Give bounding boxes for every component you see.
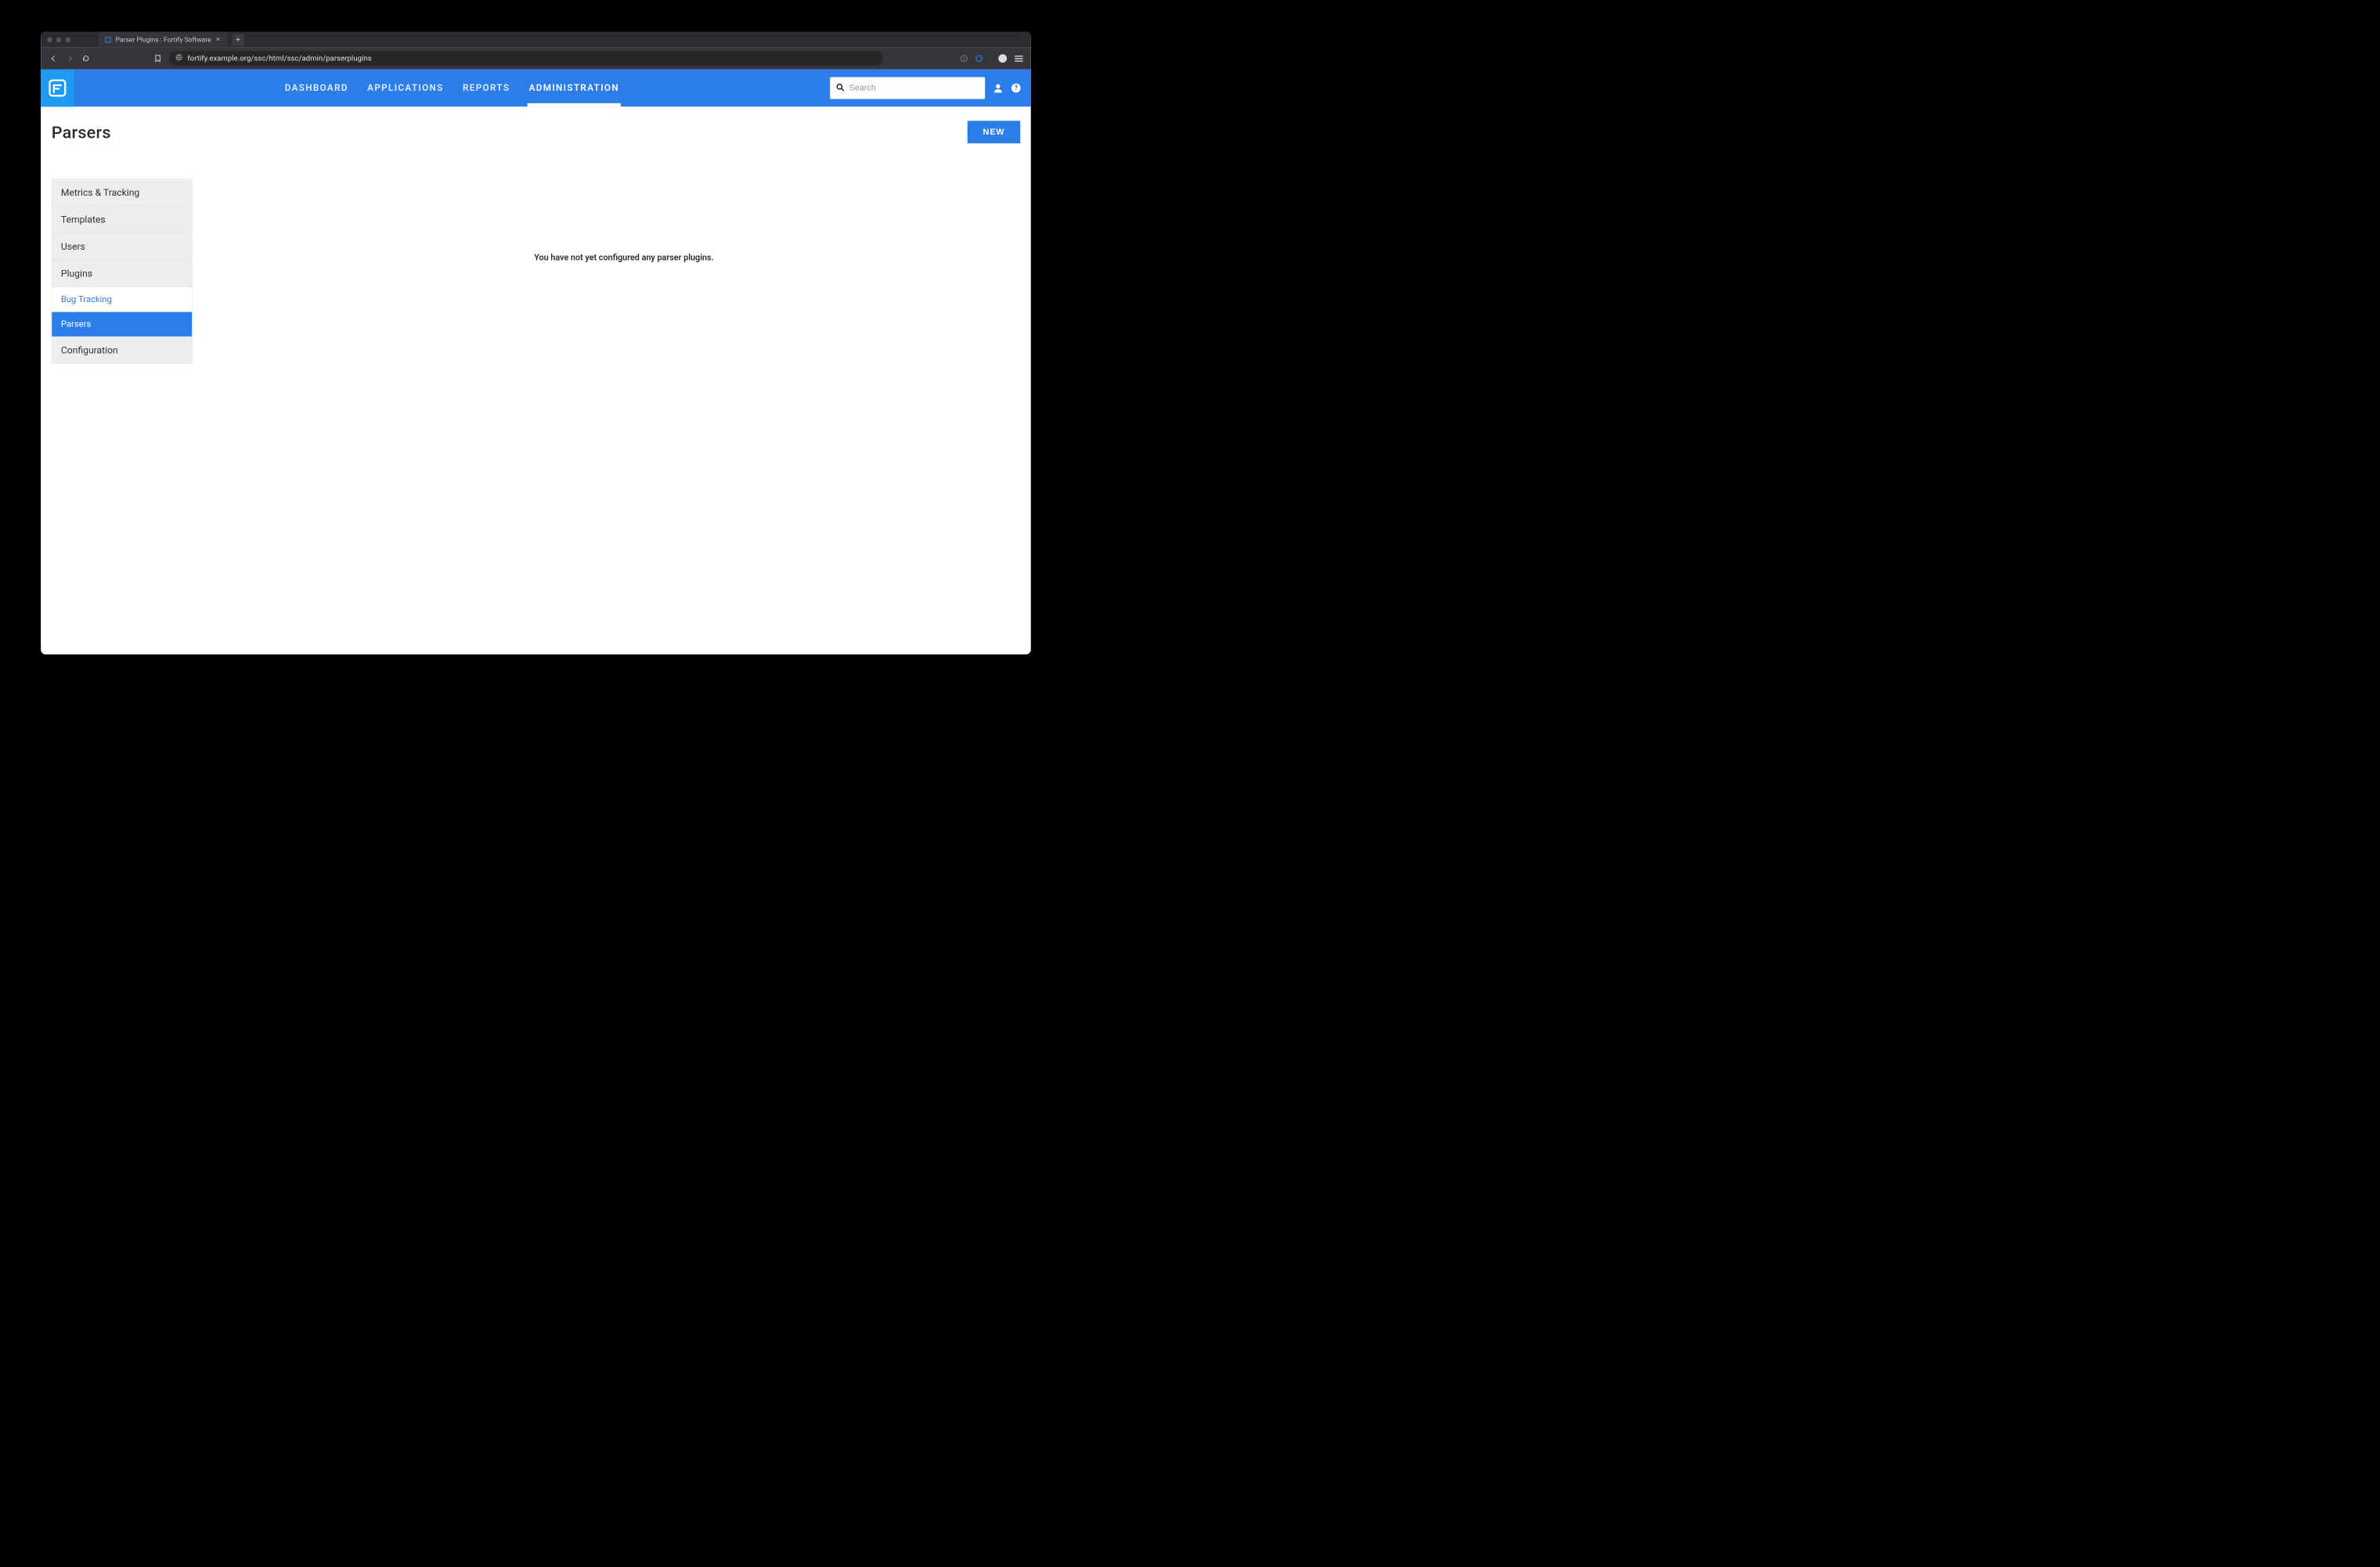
tab-favicon-icon [105,37,111,43]
window-close-icon[interactable] [47,37,52,41]
search-icon [835,83,845,94]
info-icon[interactable] [960,55,968,63]
url-text: fortify.example.org/ssc/html/ssc/admin/p… [187,54,371,63]
browser-status-icon[interactable] [975,55,983,62]
search-input[interactable] [849,83,980,93]
nav-reports[interactable]: REPORTS [461,70,511,107]
new-button[interactable]: NEW [968,121,1021,143]
sidebar-item-metrics-tracking[interactable]: Metrics & Tracking [52,179,192,207]
sidebar-item-configuration[interactable]: Configuration [52,337,192,363]
app-header: DASHBOARD APPLICATIONS REPORTS ADMINISTR… [41,70,1031,107]
sidebar-sub-bug-tracking[interactable]: Bug Tracking [52,287,192,312]
address-bar[interactable]: fortify.example.org/ssc/html/ssc/admin/p… [169,51,883,66]
user-icon[interactable] [993,83,1004,94]
bookmark-icon[interactable] [153,53,163,63]
browser-tab[interactable]: Parser Plugins : Fortify Software ✕ [99,32,227,48]
globe-icon [175,54,182,63]
help-icon[interactable]: ? [1012,83,1022,93]
sidebar-item-plugins[interactable]: Plugins [52,261,192,288]
browser-window: Parser Plugins : Fortify Software ✕ + [41,32,1031,655]
admin-sidebar: Metrics & Tracking Templates Users Plugi… [52,178,193,364]
window-controls [47,37,70,41]
forward-button[interactable] [65,53,75,63]
nav-applications[interactable]: APPLICATIONS [366,70,445,107]
nav-administration[interactable]: ADMINISTRATION [528,70,621,107]
browser-titlebar: Parser Plugins : Fortify Software ✕ + [41,32,1031,48]
svg-text:?: ? [1015,85,1019,92]
page-title: Parsers [52,122,111,142]
page-body: Parsers NEW Metrics & Tracking Templates… [41,106,1031,654]
browser-toolbar: fortify.example.org/ssc/html/ssc/admin/p… [41,48,1031,70]
tab-close-icon[interactable]: ✕ [215,36,221,43]
browser-menu-icon[interactable] [1015,56,1023,62]
reload-button[interactable] [81,53,92,63]
sidebar-item-users[interactable]: Users [52,233,192,261]
tab-title: Parser Plugins : Fortify Software [116,35,211,43]
window-maximize-icon[interactable] [66,37,70,41]
nav-dashboard[interactable]: DASHBOARD [283,70,350,107]
new-tab-button[interactable]: + [232,34,243,45]
back-button[interactable] [49,53,59,63]
empty-state-text: You have not yet configured any parser p… [534,253,713,263]
search-box[interactable] [830,77,985,99]
sidebar-item-templates[interactable]: Templates [52,206,192,233]
app-logo[interactable] [41,70,74,107]
profile-avatar-icon[interactable] [998,54,1007,63]
top-nav: DASHBOARD APPLICATIONS REPORTS ADMINISTR… [74,70,831,107]
window-minimize-icon[interactable] [56,37,61,41]
content-area: You have not yet configured any parser p… [228,178,1021,262]
sidebar-sub-parsers[interactable]: Parsers [52,312,192,337]
